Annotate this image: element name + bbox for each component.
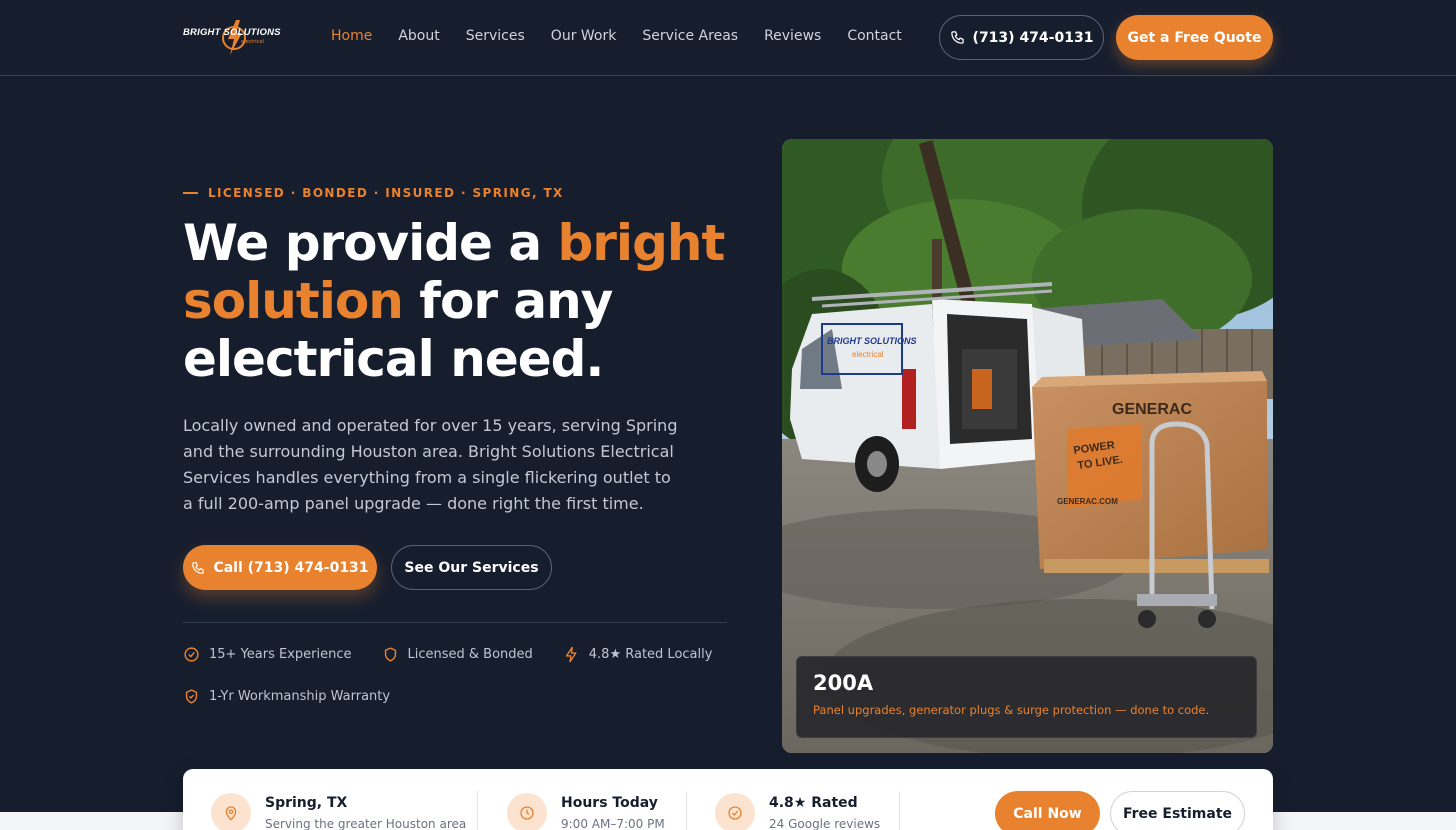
rating-title: 4.8★ Rated	[769, 795, 858, 811]
nav-home[interactable]: Home	[331, 28, 372, 44]
call-now-button[interactable]: Call Now	[995, 791, 1100, 830]
svg-text:BRIGHT SOLUTIONS: BRIGHT SOLUTIONS	[827, 336, 917, 346]
see-services-button[interactable]: See Our Services	[391, 545, 552, 590]
location-title: Spring, TX	[265, 795, 348, 811]
logo-text: BRIGHT SOLUTIONS	[183, 27, 281, 38]
eyebrow-dash	[183, 192, 198, 194]
check-circle-icon	[184, 646, 199, 662]
logo-subtext: electrical	[241, 39, 264, 45]
hours-icon-wrap	[507, 793, 547, 830]
clock-icon	[520, 806, 534, 820]
caption-text: Panel upgrades, generator plugs & surge …	[813, 703, 1210, 717]
badge-label: 15+ Years Experience	[209, 646, 352, 662]
badge-rated: 4.8★ Rated Locally	[563, 644, 713, 664]
check-circle-icon	[728, 806, 742, 820]
location-sub: Serving the greater Houston area	[265, 817, 467, 830]
info-separator	[477, 791, 478, 830]
shield-check-icon	[185, 688, 198, 704]
phone-icon	[950, 31, 964, 44]
bolt-icon	[565, 646, 577, 662]
box-brand-text: GENERAC	[1112, 401, 1192, 418]
info-separator	[686, 791, 687, 830]
hero-lead: Locally owned and operated for over 15 y…	[183, 416, 678, 513]
rating-icon-wrap	[715, 793, 755, 830]
badge-label: Licensed & Bonded	[407, 646, 533, 662]
phone-icon	[192, 561, 205, 574]
nav-links: Home About Services Our Work Service Are…	[331, 28, 928, 44]
badge-experience: 15+ Years Experience	[183, 644, 352, 664]
caption-title: 200A	[813, 671, 874, 695]
free-estimate-button[interactable]: Free Estimate	[1110, 791, 1245, 830]
badge-label: 4.8★ Rated Locally	[588, 646, 713, 662]
info-location: Spring, TX Serving the greater Houston a…	[211, 793, 466, 830]
info-rating: 4.8★ Rated 24 Google reviews	[715, 793, 880, 830]
photo-caption-card: 200A Panel upgrades, generator plugs & s…	[796, 656, 1257, 738]
rating-sub: 24 Google reviews	[769, 817, 881, 830]
box-url-text: GENERAC.COM	[1057, 497, 1118, 506]
svg-text:electrical: electrical	[852, 350, 884, 359]
shield-icon	[384, 646, 396, 662]
hero-call-label: Call (713) 474-0131	[213, 559, 369, 576]
hours-title: Hours Today	[561, 795, 658, 811]
info-bar: Spring, TX Serving the greater Houston a…	[183, 769, 1273, 830]
info-separator	[899, 791, 900, 830]
nav-phone-button[interactable]: (713) 474-0131	[939, 15, 1104, 60]
nav-service-areas[interactable]: Service Areas	[642, 28, 738, 44]
nav-phone-label: (713) 474-0131	[972, 29, 1094, 46]
hero-headline: We provide a bright solution for any ele…	[183, 214, 743, 388]
brand-logo[interactable]: BRIGHT SOLUTIONS electrical	[183, 18, 291, 58]
nav-our-work[interactable]: Our Work	[551, 28, 617, 44]
location-icon-wrap	[211, 793, 251, 830]
badge-licensed: Licensed & Bonded	[382, 644, 533, 664]
eyebrow-text: LICENSED · BONDED · INSURED · SPRING, TX	[208, 186, 564, 200]
hero-divider	[183, 622, 727, 623]
nav-contact[interactable]: Contact	[847, 28, 901, 44]
hero-photo: BRIGHT SOLUTIONS electrical GENERAC POWE…	[782, 139, 1273, 753]
hero-call-button[interactable]: Call (713) 474-0131	[183, 545, 377, 590]
headline-part1: We provide a	[183, 214, 558, 272]
trust-badges: 15+ Years Experience Licensed & Bonded 4…	[183, 644, 743, 706]
badge-label: 1-Yr Workmanship Warranty	[209, 688, 391, 704]
map-pin-icon	[225, 806, 237, 821]
hero-eyebrow: LICENSED · BONDED · INSURED · SPRING, TX	[183, 186, 564, 200]
hours-sub: 9:00 AM–7:00 PM	[561, 817, 665, 830]
info-hours: Hours Today 9:00 AM–7:00 PM	[507, 793, 665, 830]
nav-services[interactable]: Services	[466, 28, 525, 44]
get-quote-button[interactable]: Get a Free Quote	[1116, 15, 1273, 60]
top-navbar: BRIGHT SOLUTIONS electrical Home About S…	[0, 0, 1456, 76]
nav-reviews[interactable]: Reviews	[764, 28, 821, 44]
badge-warranty: 1-Yr Workmanship Warranty	[183, 686, 390, 706]
nav-about[interactable]: About	[398, 28, 439, 44]
